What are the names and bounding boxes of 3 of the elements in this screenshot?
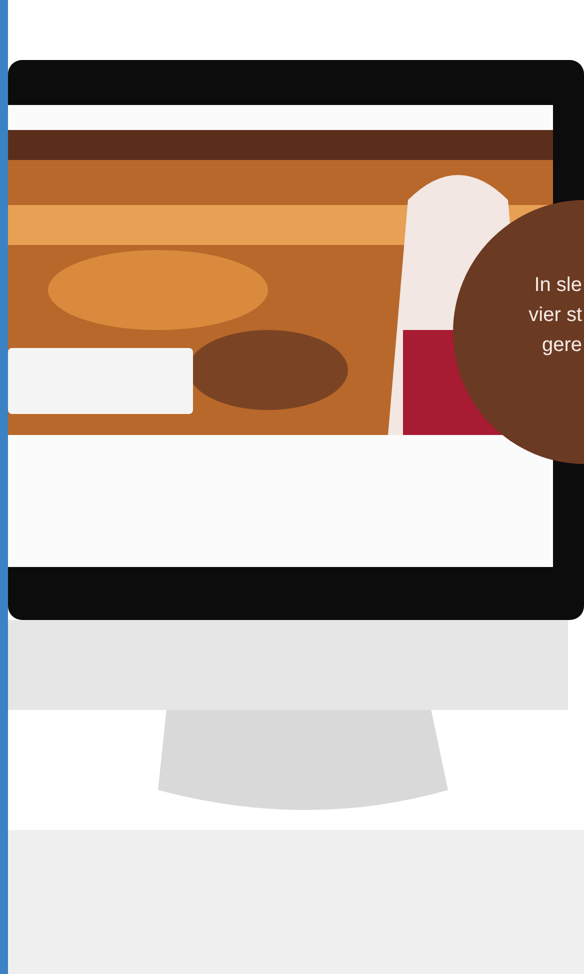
circle-text: gere (542, 333, 582, 358)
circle-text: vier st (528, 303, 582, 328)
circle-text: In sle (534, 273, 582, 298)
